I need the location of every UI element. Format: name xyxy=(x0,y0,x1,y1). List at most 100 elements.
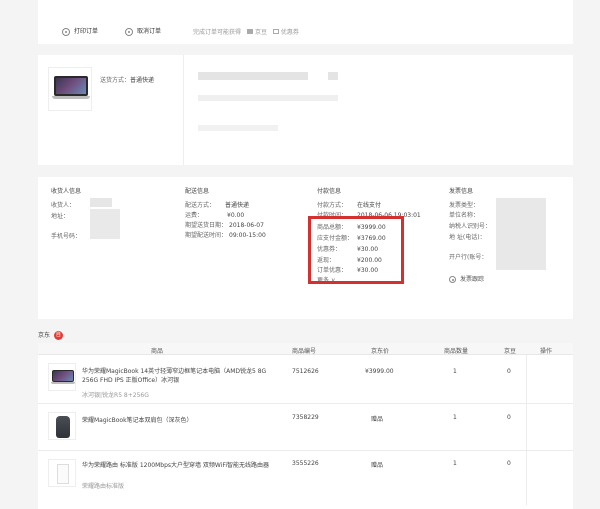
delivery-date-value: 2018-06-07 xyxy=(229,222,264,229)
col-header-product: 商品 xyxy=(151,348,164,355)
row-product-name-text: 荣耀MagicBook笔记本双肩包（深灰色） xyxy=(82,417,193,424)
row-product-qty: 1 xyxy=(453,368,457,375)
invoice-title: 发票信息 xyxy=(449,188,474,195)
redacted-tracking-2 xyxy=(328,72,338,80)
row-product-price: 赠品 xyxy=(371,462,384,469)
print-order-button[interactable]: 打印订单 xyxy=(62,26,98,36)
table-row: 华为荣耀MagicBook 14英寸轻薄窄边框笔记本电脑（AMD锐龙5 8G 2… xyxy=(38,355,573,403)
invoice-addr-label: 地 址(电话)： xyxy=(449,234,486,241)
payment-method-value: 在线支付 xyxy=(357,202,382,209)
shipment-divider xyxy=(183,55,184,165)
table-header: 商品 商品编号 京东价 商品数量 京豆 操作 xyxy=(38,343,573,355)
delivery-method-value: 普通快递 xyxy=(225,202,250,209)
rewards-hint: 完成订单可能获得 京豆 优惠券 xyxy=(193,27,299,36)
invoice-follow-label: 发票跟踪 xyxy=(460,276,485,283)
print-icon xyxy=(62,27,70,36)
laptop-image xyxy=(52,370,74,382)
col-header-beans: 京豆 xyxy=(504,348,517,355)
row-product-name[interactable]: 华为荣耀MagicBook 14英寸轻薄窄边框笔记本电脑（AMD锐龙5 8G 2… xyxy=(82,367,282,385)
redacted-tracking-3 xyxy=(198,95,338,101)
laptop-image xyxy=(54,76,88,96)
invoice-follow-link[interactable]: 发票跟踪 xyxy=(449,274,484,283)
delivery-fee-label: 运费： xyxy=(185,212,204,219)
delivery-time-label: 期望配送时间： xyxy=(185,232,228,239)
router-image xyxy=(57,464,69,484)
invoice-type-label: 发票类型： xyxy=(449,202,480,209)
coupon-label: 优惠券 xyxy=(280,29,299,36)
shipment-method-label: 送货方式： xyxy=(100,77,131,84)
shipment-method-value: 普通快递 xyxy=(130,77,155,84)
rewards-hint-label: 完成订单可能获得 xyxy=(193,29,242,36)
row-product-spec: 冰河银|锐龙R5 8+256G xyxy=(82,392,149,399)
row-product-image[interactable] xyxy=(48,363,76,391)
col-header-sku: 商品编号 xyxy=(292,348,317,355)
points-label: 京豆 xyxy=(254,29,267,36)
row-product-image[interactable] xyxy=(48,412,76,440)
invoice-tax-label: 纳税人识别号： xyxy=(449,223,492,230)
redacted-tracking-4 xyxy=(198,125,278,131)
cancel-order-button[interactable]: 取消订单 xyxy=(125,26,161,36)
points-icon xyxy=(246,29,253,34)
row-product-name[interactable]: 华为荣耀路由 标准版 1200Mbps大户型穿墙 双频WiFi智能无线路由器 xyxy=(82,461,282,470)
row-product-sku: 3555226 xyxy=(292,460,319,467)
cancel-order-label: 取消订单 xyxy=(137,28,162,35)
invoice-unit-label: 单位名称： xyxy=(449,212,480,219)
product-table: 商品 商品编号 京东价 商品数量 京豆 操作 华为荣耀MagicBook 14英… xyxy=(38,343,573,509)
payment-method: 付款方式： 在线支付 xyxy=(317,200,381,209)
delivery-title: 配送信息 xyxy=(185,188,210,195)
row-product-qty: 1 xyxy=(453,460,457,467)
row-product-name[interactable]: 荣耀MagicBook笔记本双肩包（深灰色） xyxy=(82,415,193,424)
seller-name: 京东 xyxy=(38,332,51,339)
coupon-icon xyxy=(272,29,279,34)
payment-method-label: 付款方式： xyxy=(317,202,348,209)
self-operated-badge: 自 xyxy=(53,331,63,340)
receiver-title: 收货人信息 xyxy=(51,188,82,195)
delivery-fee: 运费： ¥0.00 xyxy=(185,210,244,219)
receiver-name-label: 收货人： xyxy=(51,202,76,209)
receiver-address-label: 地址： xyxy=(51,213,70,220)
payment-title: 付款信息 xyxy=(317,188,342,195)
product-thumbnail[interactable] xyxy=(48,67,92,111)
delivery-date: 期望送货日期： 2018-06-07 xyxy=(185,220,264,229)
invoice-bank-label: 开户行(账号： xyxy=(449,254,488,261)
seller-row: 京东 自 xyxy=(38,330,63,340)
col-header-action: 操作 xyxy=(540,348,553,355)
cancel-icon xyxy=(125,27,133,36)
shipment-method: 送货方式：普通快递 xyxy=(100,75,154,84)
print-order-label: 打印订单 xyxy=(74,28,99,35)
shipment-card: 送货方式：普通快递 xyxy=(38,55,573,165)
delivery-date-label: 期望送货日期： xyxy=(185,222,228,229)
order-actions-card: 打印订单 取消订单 完成订单可能获得 京豆 优惠券 xyxy=(38,0,573,44)
payment-highlight-box xyxy=(308,216,404,284)
row-product-image[interactable] xyxy=(48,459,76,487)
row-product-spec: 荣耀路由标准版 xyxy=(82,483,125,490)
redacted-tracking-1 xyxy=(198,72,308,80)
col-header-price: 京东价 xyxy=(371,348,390,355)
redacted-receiver-name xyxy=(90,198,112,207)
row-product-sku: 7512626 xyxy=(292,368,319,375)
delivery-time-value: 09:00-15:00 xyxy=(229,232,266,239)
row-product-name-text: 华为荣耀MagicBook 14英寸轻薄窄边框笔记本电脑（AMD锐龙5 8G 2… xyxy=(82,368,267,384)
row-product-qty: 1 xyxy=(453,414,457,421)
laptop-base-image xyxy=(52,96,90,99)
col-header-qty: 商品数量 xyxy=(444,348,469,355)
row-product-price: ¥3999.00 xyxy=(365,368,394,375)
redacted-invoice-details xyxy=(496,198,546,270)
redacted-receiver-address xyxy=(90,209,120,239)
delivery-method: 配送方式： 普通快递 xyxy=(185,200,249,209)
row-product-price: 赠品 xyxy=(371,416,384,423)
table-row: 荣耀MagicBook笔记本双肩包（深灰色） 7358229 赠品 1 0 xyxy=(38,404,573,450)
delivery-method-label: 配送方式： xyxy=(185,202,216,209)
row-product-name-text: 华为荣耀路由 标准版 1200Mbps大户型穿墙 双频WiFi智能无线路由器 xyxy=(82,462,270,469)
delivery-time: 期望配送时间： 09:00-15:00 xyxy=(185,230,266,239)
table-row: 华为荣耀路由 标准版 1200Mbps大户型穿墙 双频WiFi智能无线路由器 荣… xyxy=(38,451,573,501)
order-info-card: 收货人信息 收货人： 地址： 手机号码： 配送信息 配送方式： 普通快递 运费： ¥… xyxy=(38,177,573,319)
laptop-base-image xyxy=(51,382,75,384)
receiver-phone-label: 手机号码： xyxy=(51,233,82,240)
delivery-fee-value: ¥0.00 xyxy=(227,212,245,219)
row-product-beans: 0 xyxy=(507,460,511,467)
row-product-beans: 0 xyxy=(507,368,511,375)
row-product-sku: 7358229 xyxy=(292,414,319,421)
row-product-beans: 0 xyxy=(507,414,511,421)
invoice-follow-icon xyxy=(449,276,456,283)
